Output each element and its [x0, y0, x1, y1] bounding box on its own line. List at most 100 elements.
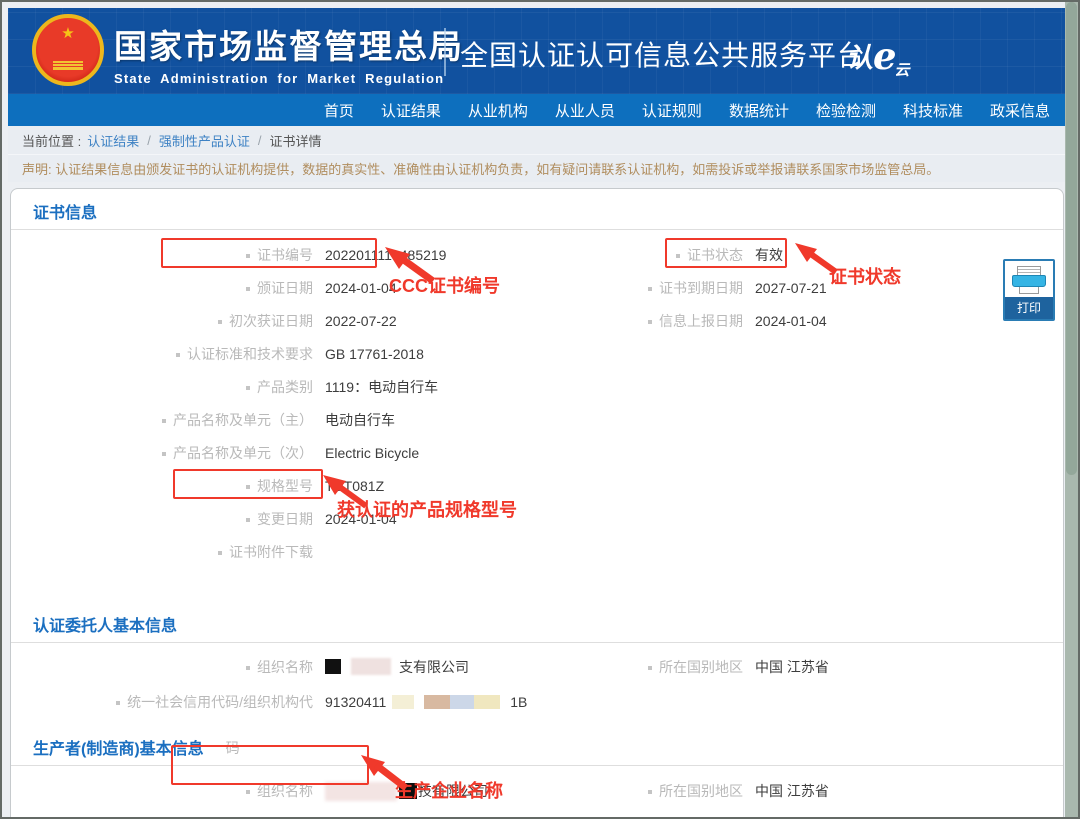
tiananmen-icon: [53, 61, 83, 70]
report-date-value: 2024-01-04: [755, 313, 827, 329]
field-label: 所在国别地区: [625, 657, 743, 677]
star-icon: ★: [36, 24, 100, 42]
print-button[interactable]: 打印: [1003, 259, 1055, 321]
product-name-sub-value: Electric Bicycle: [325, 445, 419, 461]
applicant-org-value: 支有限公司: [325, 657, 469, 677]
redaction-blur: [351, 658, 391, 675]
disclaimer-text: 声明: 认证结果信息由颁发证书的认证机构提供，数据的真实性、准确性由认证机构负责…: [22, 159, 939, 178]
bullet-icon: [162, 452, 166, 456]
bullet-icon: [246, 254, 250, 258]
bullet-icon: [246, 485, 250, 489]
wrapped-label-char: 码: [226, 738, 240, 758]
applicant-region-value: 中国 江苏省: [755, 657, 829, 677]
header-divider: [444, 28, 446, 76]
redaction-blur: [450, 695, 474, 709]
nav-item-home[interactable]: 首页: [324, 100, 354, 121]
section-title-applicant: 认证委托人基本信息: [11, 602, 1063, 642]
bullet-icon: [648, 320, 652, 324]
breadcrumb-link-ccc[interactable]: 强制性产品认证: [159, 131, 250, 150]
bullet-icon: [676, 254, 680, 258]
annotation-cert-number: CCC证书编号: [389, 272, 500, 298]
breadcrumb-current: 证书详情: [270, 131, 322, 150]
breadcrumb-prefix: 当前位置 :: [22, 131, 81, 150]
expiry-date-value: 2027-07-21: [755, 280, 827, 296]
field-producer-region: 所在国别地区 中国 江苏省: [625, 770, 1063, 812]
field-product-name-sub: 产品名称及单元（次） Electric Bicycle: [33, 436, 625, 469]
field-standard: 认证标准和技术要求 GB 17761-2018: [33, 337, 625, 370]
main-nav: 首页 认证结果 从业机构 从业人员 认证规则 数据统计 检验检测 科技标准 政采…: [8, 94, 1066, 126]
field-product-name-main: 产品名称及单元（主） 电动自行车: [33, 403, 625, 436]
cert-status-value: 有效: [755, 245, 783, 265]
field-issue-date: 颁证日期 2024-01-04: [33, 271, 625, 304]
field-label: 颁证日期: [33, 278, 313, 298]
applicant-code-value: 913204111B: [325, 694, 527, 710]
field-cert-number: 证书编号 2022011119485219: [33, 238, 625, 271]
disclaimer-bar: 声明: 认证结果信息由颁发证书的认证机构提供，数据的真实性、准确性由认证机构负责…: [8, 154, 1066, 182]
browser-page: ★ 国家市场监督管理总局 State Administration for Ma…: [0, 0, 1080, 819]
breadcrumb-separator: /: [147, 133, 151, 148]
field-label: 证书编号: [33, 245, 313, 265]
field-producer-code: 统一社会信用代码/组织机构代 913204111B: [33, 812, 625, 819]
bullet-icon: [116, 701, 120, 705]
field-label: 证书状态: [625, 245, 743, 265]
field-label: 规格型号: [33, 476, 313, 496]
field-first-issue-date: 初次获证日期 2022-07-22: [33, 304, 625, 337]
china-national-emblem-icon: ★: [32, 14, 104, 86]
standard-value: GB 17761-2018: [325, 346, 424, 362]
printer-icon: [1017, 266, 1041, 275]
redaction-blur: [392, 695, 414, 709]
producer-region-value: 中国 江苏省: [755, 781, 829, 801]
field-label: 变更日期: [33, 509, 313, 529]
field-label: 初次获证日期: [33, 311, 313, 331]
field-label: 产品名称及单元（主）: [33, 410, 313, 430]
field-label: 所在国别地区: [625, 781, 743, 801]
bullet-icon: [246, 287, 250, 291]
product-category-value: 1119：电动自行车: [325, 377, 438, 397]
nav-item-standards[interactable]: 科技标准: [903, 100, 963, 121]
section-divider: [11, 642, 1063, 643]
redaction-blur: [424, 695, 450, 709]
section-title-producer: 生产者(制造商)基本信息码: [11, 725, 1063, 765]
field-label: 产品类别: [33, 377, 313, 397]
field-applicant-region: 所在国别地区 中国 江苏省: [625, 649, 1063, 684]
agency-title: 国家市场监督管理总局: [114, 20, 464, 68]
nav-item-procurement[interactable]: 政采信息: [990, 100, 1050, 121]
annotation-model: 获认证的产品规格型号: [337, 496, 517, 522]
field-label: 证书到期日期: [625, 278, 743, 298]
breadcrumb-separator: /: [258, 133, 262, 148]
printer-icon: [1012, 275, 1046, 287]
nav-item-statistics[interactable]: 数据统计: [729, 100, 789, 121]
nav-item-rules[interactable]: 认证规则: [642, 100, 702, 121]
nav-item-inspection[interactable]: 检验检测: [816, 100, 876, 121]
renyun-logo: 认e云: [846, 32, 912, 76]
scrollbar-thumb[interactable]: [1066, 2, 1077, 475]
first-issue-date-value: 2022-07-22: [325, 313, 397, 329]
nav-item-agencies[interactable]: 从业机构: [468, 100, 528, 121]
bullet-icon: [162, 419, 166, 423]
annotation-cert-status: 证书状态: [829, 263, 901, 289]
nav-item-cert-results[interactable]: 认证结果: [381, 100, 441, 121]
field-label: 认证标准和技术要求: [33, 344, 313, 364]
field-label: 统一社会信用代码/组织机构代: [33, 692, 313, 712]
nav-item-personnel[interactable]: 从业人员: [555, 100, 615, 121]
platform-title: 全国认证认可信息公共服务平台: [460, 34, 866, 74]
field-label: 信息上报日期: [625, 311, 743, 331]
site-header: ★ 国家市场监督管理总局 State Administration for Ma…: [8, 8, 1066, 94]
bullet-icon: [648, 666, 652, 670]
bullet-icon: [218, 320, 222, 324]
printer-icon: [1019, 287, 1039, 294]
scrollbar[interactable]: [1065, 2, 1078, 817]
bullet-icon: [176, 353, 180, 357]
product-name-main-value: 电动自行车: [325, 410, 395, 430]
bullet-icon: [246, 666, 250, 670]
breadcrumb-link-results[interactable]: 认证结果: [87, 131, 139, 150]
bullet-icon: [648, 287, 652, 291]
field-label: 组织名称: [33, 781, 313, 801]
field-attachment-download: 证书附件下载: [33, 535, 625, 568]
redaction-blur: [474, 695, 500, 709]
field-applicant-code: 统一社会信用代码/组织机构代 913204111B: [33, 684, 625, 719]
bullet-icon: [218, 551, 222, 555]
field-product-category: 产品类别 1119：电动自行车: [33, 370, 625, 403]
agency-subtitle: State Administration for Market Regulati…: [114, 71, 464, 86]
bullet-icon: [246, 386, 250, 390]
